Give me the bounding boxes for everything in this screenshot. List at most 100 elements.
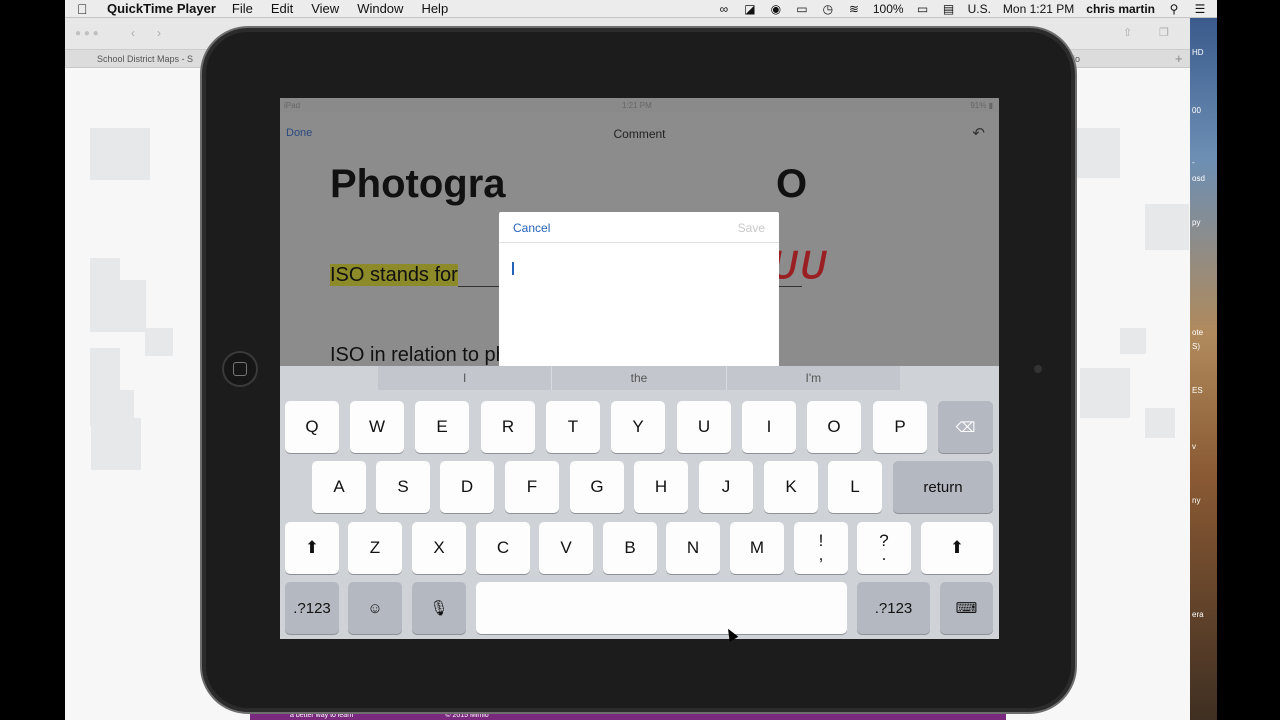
comment-navbar: Done Comment ↶ bbox=[280, 112, 999, 154]
airplay-icon[interactable]: ▭ bbox=[795, 3, 809, 15]
home-button[interactable] bbox=[222, 351, 258, 387]
key-p[interactable]: P bbox=[873, 401, 927, 453]
record-icon[interactable]: ◉ bbox=[769, 3, 783, 15]
creative-cloud-icon[interactable]: ∞ bbox=[717, 3, 731, 15]
text-caret bbox=[512, 262, 514, 275]
menu-window[interactable]: Window bbox=[357, 1, 403, 16]
user-name[interactable]: chris martin bbox=[1086, 2, 1155, 16]
key-z[interactable]: Z bbox=[348, 522, 402, 574]
cancel-button[interactable]: Cancel bbox=[513, 221, 550, 235]
key-i[interactable]: I bbox=[742, 401, 796, 453]
key-g[interactable]: G bbox=[570, 461, 624, 513]
forward-icon[interactable]: › bbox=[157, 26, 161, 40]
comment-popup: Cancel Save bbox=[499, 212, 779, 366]
shift-key-right[interactable]: ⬆ bbox=[921, 522, 993, 574]
desktop-label: ote bbox=[1192, 328, 1204, 337]
delete-key[interactable]: ⌫ bbox=[938, 401, 993, 453]
app-status-icon[interactable]: ◪ bbox=[743, 3, 757, 15]
wifi-icon[interactable]: ≋ bbox=[847, 3, 861, 15]
shift-icon: ⬆ bbox=[949, 538, 965, 557]
key-k[interactable]: K bbox=[764, 461, 818, 513]
battery-level: 91% bbox=[970, 101, 987, 110]
undo-icon[interactable]: ↶ bbox=[972, 124, 985, 142]
comma-char: , bbox=[818, 545, 824, 564]
decor-square bbox=[145, 328, 173, 356]
flag-icon[interactable]: ▤ bbox=[942, 3, 956, 15]
suggestion-1[interactable]: I bbox=[378, 366, 553, 390]
clock[interactable]: Mon 1:21 PM bbox=[1003, 2, 1074, 16]
dismiss-keyboard-key[interactable]: ⌨ bbox=[940, 582, 993, 634]
key-e[interactable]: E bbox=[415, 401, 469, 453]
input-source[interactable]: U.S. bbox=[968, 2, 991, 16]
suggestion-2[interactable]: the bbox=[552, 366, 727, 390]
document-area: Photogra O ISO stands for ᴜᴜ ISO in rela… bbox=[280, 154, 999, 366]
decor-square bbox=[1120, 328, 1146, 354]
comment-text-field[interactable] bbox=[499, 243, 779, 366]
home-square-icon bbox=[233, 362, 247, 376]
tab-school-district-maps[interactable]: School District Maps - S bbox=[97, 54, 193, 64]
key-exclaim-comma[interactable]: !, bbox=[794, 522, 848, 574]
back-icon[interactable]: ‹ bbox=[131, 26, 135, 40]
spotlight-icon[interactable]: ⚲ bbox=[1167, 3, 1181, 15]
key-l[interactable]: L bbox=[828, 461, 882, 513]
status-battery: 91% ▮ bbox=[970, 101, 993, 110]
return-key[interactable]: return bbox=[893, 461, 993, 513]
key-v[interactable]: V bbox=[539, 522, 593, 574]
emoji-icon: ☺ bbox=[367, 599, 383, 617]
key-j[interactable]: J bbox=[699, 461, 753, 513]
suggestion-3[interactable]: I'm bbox=[727, 366, 900, 390]
decor-square bbox=[90, 128, 150, 180]
shift-key-left[interactable]: ⬆ bbox=[285, 522, 339, 574]
key-r[interactable]: R bbox=[481, 401, 535, 453]
new-tab-icon[interactable]: + bbox=[1175, 51, 1183, 66]
key-q[interactable]: Q bbox=[285, 401, 339, 453]
desktop-label: 00 bbox=[1192, 106, 1201, 115]
key-c[interactable]: C bbox=[476, 522, 530, 574]
battery-icon[interactable]: ▭ bbox=[916, 3, 930, 15]
key-b[interactable]: B bbox=[603, 522, 657, 574]
key-m[interactable]: M bbox=[730, 522, 784, 574]
save-button[interactable]: Save bbox=[738, 221, 765, 235]
key-y[interactable]: Y bbox=[611, 401, 665, 453]
numbers-key-left[interactable]: .?123 bbox=[285, 582, 339, 634]
emoji-key[interactable]: ☺ bbox=[348, 582, 402, 634]
menu-file[interactable]: File bbox=[232, 1, 253, 16]
ios-status-bar: iPad 1:21 PM 91% ▮ bbox=[280, 98, 999, 112]
key-n[interactable]: N bbox=[666, 522, 720, 574]
app-name[interactable]: QuickTime Player bbox=[107, 1, 216, 16]
decor-square bbox=[1080, 368, 1130, 418]
key-question-period[interactable]: ?. bbox=[857, 522, 911, 574]
share-icon[interactable]: ⇧ bbox=[1123, 26, 1132, 39]
key-t[interactable]: T bbox=[546, 401, 600, 453]
key-d[interactable]: D bbox=[440, 461, 494, 513]
notification-center-icon[interactable]: ☰ bbox=[1193, 3, 1207, 15]
window-controls[interactable]: ● ● ● bbox=[75, 28, 99, 39]
tabs-icon[interactable]: ❐ bbox=[1159, 26, 1169, 39]
dictation-key[interactable]: 🎙 bbox=[412, 582, 466, 634]
menu-help[interactable]: Help bbox=[421, 1, 448, 16]
key-s[interactable]: S bbox=[376, 461, 430, 513]
desktop-label: ES bbox=[1192, 386, 1203, 395]
shift-icon: ⬆ bbox=[304, 538, 320, 557]
decor-square bbox=[1145, 408, 1175, 438]
quicktype-bar: I the I'm bbox=[378, 366, 900, 390]
decor-square bbox=[90, 280, 146, 332]
key-o[interactable]: O bbox=[807, 401, 861, 453]
key-f[interactable]: F bbox=[505, 461, 559, 513]
space-bar[interactable] bbox=[476, 582, 847, 634]
key-h[interactable]: H bbox=[634, 461, 688, 513]
key-w[interactable]: W bbox=[350, 401, 404, 453]
doc-heading-right: O bbox=[776, 162, 808, 206]
key-x[interactable]: X bbox=[412, 522, 466, 574]
menu-view[interactable]: View bbox=[311, 1, 339, 16]
numbers-key-right[interactable]: .?123 bbox=[857, 582, 930, 634]
menu-edit[interactable]: Edit bbox=[271, 1, 293, 16]
key-u[interactable]: U bbox=[677, 401, 731, 453]
highlighted-text: ISO stands for bbox=[330, 264, 458, 286]
mac-menu-bar:  QuickTime Player File Edit View Window… bbox=[65, 0, 1217, 18]
key-a[interactable]: A bbox=[312, 461, 366, 513]
apple-icon[interactable]:  bbox=[77, 1, 99, 17]
battery-percent[interactable]: 100% bbox=[873, 2, 904, 16]
time-machine-icon[interactable]: ◷ bbox=[821, 3, 835, 15]
desktop-label: py bbox=[1192, 218, 1201, 227]
